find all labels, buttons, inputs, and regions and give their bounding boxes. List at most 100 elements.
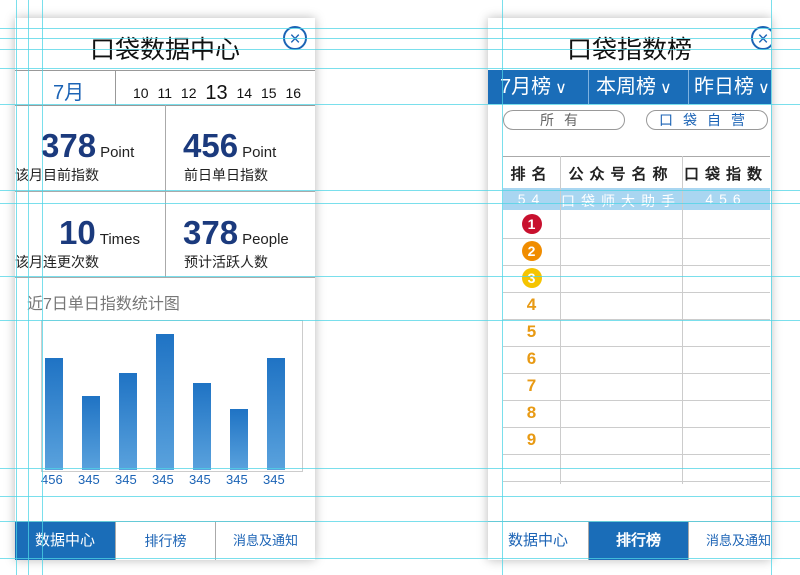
table-row[interactable]: 5 <box>503 319 770 347</box>
stat-update-times: 10 Times 该月连更次数 <box>15 191 165 277</box>
day-item-current[interactable]: 13 <box>205 82 227 104</box>
rank-medal-icon: 3 <box>521 268 542 288</box>
col-rank: 排名 <box>510 166 553 183</box>
chart-data-label: 345 <box>115 472 137 487</box>
table-row[interactable]: 9 <box>503 427 770 455</box>
chart-data-label: 345 <box>189 472 211 487</box>
rank-cell: 7 <box>526 376 537 395</box>
chart-bar <box>119 373 137 470</box>
tab-data-center[interactable]: 数据中心 <box>488 522 588 560</box>
table-row[interactable] <box>503 454 770 482</box>
tab-messages[interactable]: 消息及通知 <box>688 522 771 560</box>
stat-label: 预计活跃人数 <box>184 254 268 270</box>
close-icon[interactable]: × <box>751 26 771 50</box>
chart-data-label: 345 <box>152 472 174 487</box>
my-rank-row[interactable]: 54 口袋师大助手 456 <box>503 188 770 210</box>
chevron-down-icon: ∨ <box>660 80 672 97</box>
table-header: 排名 公众号名称 口袋指数 <box>503 156 770 189</box>
day-item[interactable]: 15 <box>261 85 277 101</box>
chart-bar <box>193 383 211 470</box>
rank-cell: 5 <box>526 322 537 341</box>
table-row[interactable]: 1 <box>503 211 770 239</box>
rank-cell: 6 <box>526 349 537 368</box>
table-row[interactable]: 8 <box>503 400 770 428</box>
page-title: 口袋指数榜 <box>566 36 692 64</box>
stat-value: 378 <box>41 127 97 164</box>
day-item[interactable]: 16 <box>285 85 301 101</box>
page-title: 口袋数据中心 <box>89 36 240 64</box>
rank-cell: 1 <box>503 214 560 234</box>
stat-label: 该月目前指数 <box>15 167 99 183</box>
stat-value: 456 <box>183 127 239 164</box>
filter-all[interactable]: 所有 <box>503 110 625 130</box>
stat-unit: Times <box>99 231 140 248</box>
day-item[interactable]: 14 <box>237 85 253 101</box>
stat-label: 该月连更次数 <box>15 254 99 270</box>
stat-label: 前日单日指数 <box>184 167 268 183</box>
stat-unit: People <box>242 231 289 248</box>
col-name: 公众号名称 <box>568 166 674 183</box>
stat-month-index: 378 Point 该月目前指数 <box>15 105 165 191</box>
divider <box>15 277 315 278</box>
bottom-tab-bar: 数据中心 排行榜 消息及通知 <box>488 521 771 560</box>
day-item[interactable]: 11 <box>157 85 172 101</box>
filter-self-operated[interactable]: 口袋自营 <box>646 110 768 130</box>
range-tabs: 7月榜 ∨ 本周榜 ∨ 昨日榜 ∨ <box>488 70 771 104</box>
stat-unit: Point <box>242 144 277 161</box>
rank-cell: 4 <box>526 295 537 314</box>
rank-cell: 3 <box>503 268 560 288</box>
chart-bar <box>45 358 63 470</box>
chevron-down-icon: ∨ <box>555 80 567 97</box>
stat-unit: Point <box>100 144 135 161</box>
chart-data-label: 345 <box>226 472 248 487</box>
chart-data-label: 345 <box>263 472 285 487</box>
divider <box>688 70 689 104</box>
tab-ranking[interactable]: 排行榜 <box>115 522 215 560</box>
chart-bar <box>82 396 100 470</box>
chart-data-label: 345 <box>78 472 100 487</box>
col-index: 口袋指数 <box>683 166 768 183</box>
tab-month-ranking[interactable]: 7月榜 ∨ <box>500 70 567 104</box>
date-selector: 7月 10 11 12 13 14 15 16 <box>15 70 315 106</box>
tab-messages[interactable]: 消息及通知 <box>215 522 315 560</box>
table-row[interactable]: 4 <box>503 292 770 320</box>
day-item[interactable]: 12 <box>181 85 197 101</box>
chart-bar <box>156 334 174 470</box>
day-list: 10 11 12 13 14 15 16 <box>133 81 306 104</box>
stat-prev-day-index: 456 Point 前日单日指数 <box>165 105 315 191</box>
table-row[interactable]: 7 <box>503 373 770 401</box>
tab-ranking[interactable]: 排行榜 <box>588 522 688 560</box>
chevron-down-icon: ∨ <box>758 80 770 97</box>
rank-medal-icon: 1 <box>521 214 542 234</box>
table-row[interactable]: 2 <box>503 238 770 266</box>
tab-data-center[interactable]: 数据中心 <box>15 522 115 560</box>
divider <box>588 70 589 104</box>
rank-cell: 2 <box>503 241 560 261</box>
chart-title: 近7日单日指数统计图 <box>27 296 180 313</box>
chart-bar <box>230 409 248 470</box>
chart-data-label: 456 <box>41 472 63 487</box>
stat-active-people: 378 People 预计活跃人数 <box>165 191 315 277</box>
my-name: 口袋师大助手 <box>561 193 681 209</box>
month-label[interactable]: 7月 <box>53 76 84 105</box>
data-center-screen: 口袋数据中心 × 7月 10 11 12 13 14 15 16 378 Poin… <box>15 18 315 560</box>
tab-yesterday-ranking[interactable]: 昨日榜 ∨ <box>694 70 770 104</box>
rank-cell: 8 <box>526 403 537 422</box>
stats-grid: 378 Point 该月目前指数 456 Point 前日单日指数 10 Times … <box>15 105 315 277</box>
table-row[interactable]: 3 <box>503 265 770 293</box>
table-row[interactable]: 6 <box>503 346 770 374</box>
rank-cell: 9 <box>526 430 537 449</box>
day-item[interactable]: 10 <box>133 85 149 101</box>
divider <box>115 71 116 105</box>
rank-medal-icon: 2 <box>521 241 542 261</box>
my-index: 456 <box>705 191 747 207</box>
guide-line <box>771 0 772 575</box>
stat-value: 10 <box>59 214 96 251</box>
chart-bar <box>267 358 285 470</box>
stat-value: 378 <box>183 214 239 251</box>
my-rank: 54 <box>517 191 546 207</box>
bottom-tab-bar: 数据中心 排行榜 消息及通知 <box>15 521 315 560</box>
close-icon[interactable]: × <box>283 26 307 50</box>
ranking-screen: 口袋指数榜 × 7月榜 ∨ 本周榜 ∨ 昨日榜 ∨ 所有 口袋自营 排名 公众号名称 … <box>488 18 771 560</box>
tab-week-ranking[interactable]: 本周榜 ∨ <box>596 70 672 104</box>
